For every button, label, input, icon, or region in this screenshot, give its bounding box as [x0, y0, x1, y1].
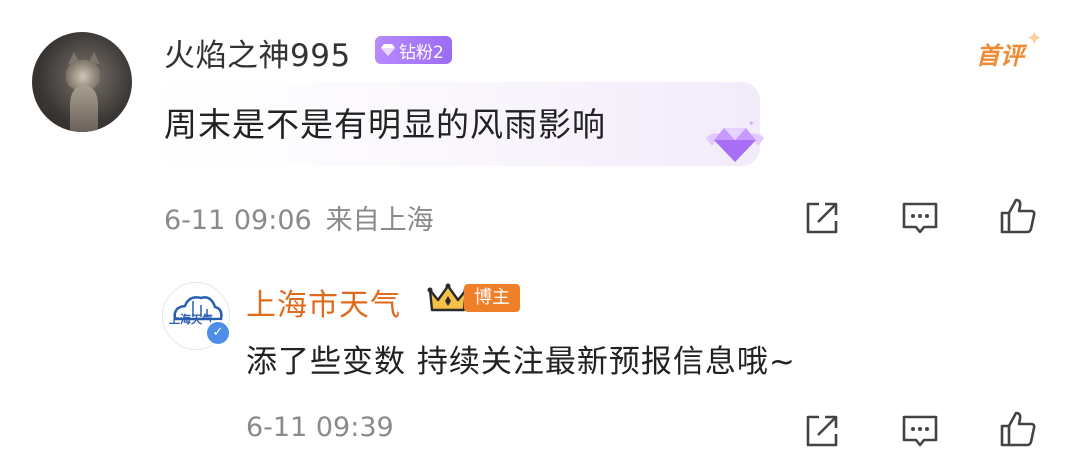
share-button[interactable]	[802, 198, 842, 238]
comment-icon	[902, 415, 938, 447]
fan-level-badge[interactable]: 钻粉2	[375, 36, 452, 64]
comment-icon	[902, 202, 938, 234]
comment-location: 来自上海	[325, 205, 434, 236]
comment-text[interactable]: 周末是不是有明显的风雨影响	[164, 98, 606, 146]
comment-meta: 6-11 09:06 来自上海	[164, 198, 434, 237]
reply-like-button[interactable]	[998, 409, 1038, 449]
like-icon	[1000, 411, 1036, 447]
reply-text[interactable]: 添了些变数 持续关注最新预报信息哦~	[246, 336, 796, 381]
diamond-gem-icon: ✦	[706, 119, 764, 162]
like-button[interactable]	[998, 196, 1038, 236]
svg-text:✦: ✦	[748, 119, 755, 128]
diamond-icon	[381, 44, 395, 56]
reply-timestamp: 6-11 09:39	[246, 412, 394, 443]
comment-button[interactable]	[900, 198, 940, 238]
fan-badge-label: 钻粉2	[399, 42, 444, 63]
sparkle-icon: ✦	[1026, 26, 1043, 50]
verified-icon: ✓	[205, 320, 231, 346]
reply-share-button[interactable]	[802, 411, 842, 451]
first-comment-tag: 首评	[976, 42, 1024, 70]
reply-comment-button[interactable]	[900, 411, 940, 451]
share-icon	[806, 415, 838, 447]
like-icon	[1000, 198, 1036, 234]
share-icon	[806, 202, 838, 234]
reply-username[interactable]: 上海市天气	[246, 280, 401, 324]
avatar[interactable]	[32, 32, 132, 132]
comment-timestamp: 6-11 09:06	[164, 205, 312, 236]
cat-body-shape	[70, 86, 98, 132]
commenter-username[interactable]: 火焰之神995	[164, 30, 351, 75]
blogger-badge: 博主	[464, 284, 520, 312]
